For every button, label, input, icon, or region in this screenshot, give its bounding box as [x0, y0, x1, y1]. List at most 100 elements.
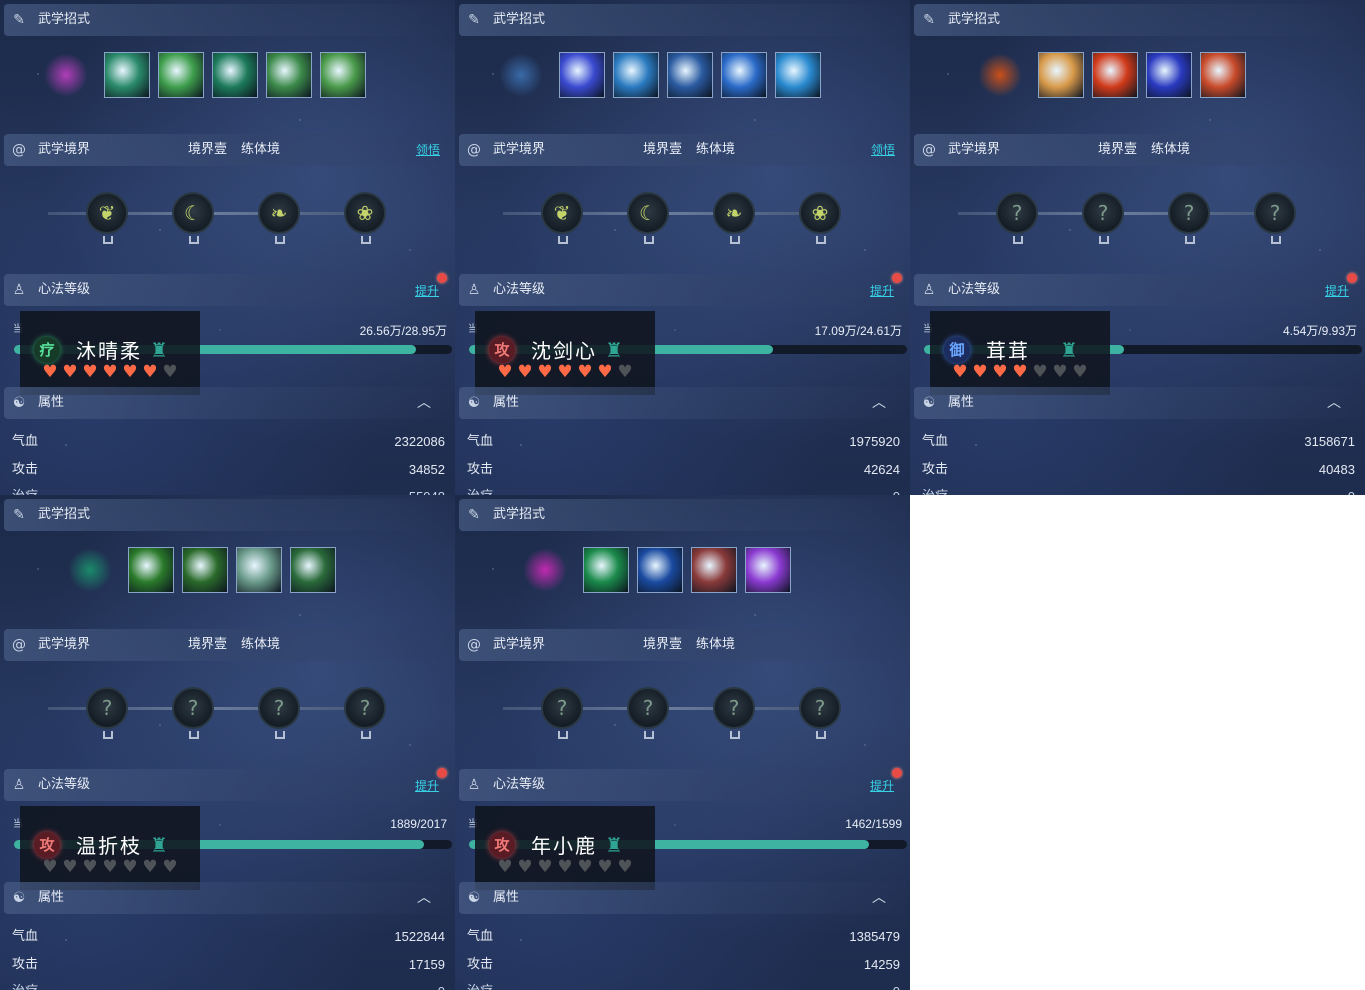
comprehend-link[interactable]: 领悟	[871, 134, 895, 166]
skill-icon-5[interactable]	[775, 52, 821, 98]
cloaked-figure-icon: ♜	[150, 833, 168, 857]
main-skill-icon[interactable]	[978, 53, 1022, 97]
realm-slot-icon	[1271, 236, 1281, 244]
spiral-icon: @	[922, 142, 936, 158]
skill-icon-1[interactable]	[559, 52, 605, 98]
question-mark-icon[interactable]: ?	[996, 192, 1038, 244]
realm-node-icon[interactable]: ❀	[344, 192, 386, 244]
character-name-card[interactable]: 攻 沈剑心 ♜ ♥ ♥ ♥ ♥ ♥ ♥ ♥	[475, 311, 655, 395]
skill-icon-1[interactable]	[128, 547, 174, 593]
skill-icon-5[interactable]	[320, 52, 366, 98]
main-skill-icon[interactable]	[523, 548, 567, 592]
heal-label: 治疗	[467, 487, 493, 495]
sword-scroll-icon: ✎	[13, 12, 25, 28]
chevron-up-icon[interactable]: ︿	[1327, 387, 1341, 419]
attack-value: 42624	[863, 462, 900, 477]
heal-row: 治疗 0	[12, 982, 445, 990]
attributes-header[interactable]: ☯ 属性 ︿	[914, 387, 1361, 419]
skill-icon-2[interactable]	[1092, 52, 1138, 98]
hp-value: 1975920	[849, 434, 900, 449]
heart-icon: ♥	[122, 362, 138, 382]
realm-node-icon[interactable]: ❦	[541, 192, 583, 244]
skill-icon-2[interactable]	[182, 547, 228, 593]
skill-icon-4[interactable]	[721, 52, 767, 98]
skill-icon-1[interactable]	[104, 52, 150, 98]
question-mark-icon[interactable]: ?	[344, 687, 386, 739]
realm-slot-icon	[558, 236, 568, 244]
realm-level: 境界壹	[188, 142, 228, 157]
attributes-header[interactable]: ☯ 属性 ︿	[4, 387, 451, 419]
question-mark-icon[interactable]: ?	[1254, 192, 1296, 244]
spiral-icon: @	[467, 142, 481, 158]
question-mark-icon[interactable]: ?	[172, 687, 214, 739]
realm-node-icon[interactable]: ❧	[258, 192, 300, 244]
main-skill-icon[interactable]	[68, 548, 112, 592]
heal-label: 治疗	[922, 487, 948, 495]
attack-label: 攻击	[922, 462, 949, 477]
realm-info: 境界壹 练体境	[188, 134, 294, 166]
realm-node-icon[interactable]: ❦	[86, 192, 128, 244]
attributes-header[interactable]: ☯ 属性 ︿	[4, 882, 451, 914]
realm-title: 武学境界	[493, 142, 546, 157]
meditating-figure-icon: ♙	[467, 282, 481, 298]
heart-icon: ♥	[577, 857, 593, 877]
chevron-up-icon[interactable]: ︿	[872, 882, 886, 914]
chevron-up-icon[interactable]: ︿	[417, 387, 431, 419]
skill-icon-2[interactable]	[637, 547, 683, 593]
comprehend-link[interactable]: 领悟	[416, 134, 440, 166]
realm-title: 武学境界	[493, 637, 546, 652]
star-hearts: ♥ ♥ ♥ ♥ ♥ ♥ ♥	[40, 858, 180, 876]
skill-icon-1[interactable]	[583, 547, 629, 593]
skill-icon-2[interactable]	[613, 52, 659, 98]
attributes-header[interactable]: ☯ 属性 ︿	[459, 882, 906, 914]
skill-icon-3[interactable]	[236, 547, 282, 593]
realm-node-icon[interactable]: ❧	[713, 192, 755, 244]
realm-node-icon[interactable]: ☾	[172, 192, 214, 244]
heal-value: 0	[1348, 487, 1355, 495]
attributes-header[interactable]: ☯ 属性 ︿	[459, 387, 906, 419]
skill-icon-3[interactable]	[691, 547, 737, 593]
skill-icon-2[interactable]	[158, 52, 204, 98]
sword-scroll-icon: ✎	[13, 507, 25, 523]
question-mark-icon[interactable]: ?	[86, 687, 128, 739]
mind-title: 心法等级	[493, 282, 546, 297]
character-name-card[interactable]: 御 茸茸 ♜ ♥ ♥ ♥ ♥ ♥ ♥ ♥	[930, 311, 1110, 395]
skill-icon-4[interactable]	[1200, 52, 1246, 98]
chevron-up-icon[interactable]: ︿	[872, 387, 886, 419]
realm-node-icon[interactable]: ☾	[627, 192, 669, 244]
question-mark-icon[interactable]: ?	[541, 687, 583, 739]
skill-icon-3[interactable]	[667, 52, 713, 98]
main-skill-icon[interactable]	[44, 53, 88, 97]
character-name-card[interactable]: 攻 温折枝 ♜ ♥ ♥ ♥ ♥ ♥ ♥ ♥	[20, 806, 200, 890]
skill-icon-3[interactable]	[212, 52, 258, 98]
realm-level: 境界壹	[1098, 142, 1138, 157]
question-mark-icon[interactable]: ?	[627, 687, 669, 739]
upgrade-link[interactable]: 提升	[415, 275, 439, 307]
realm-slot-icon	[558, 731, 568, 739]
upgrade-link[interactable]: 提升	[870, 275, 894, 307]
upgrade-link[interactable]: 提升	[415, 770, 439, 802]
question-mark-icon[interactable]: ?	[799, 687, 841, 739]
meditating-figure-icon: ♙	[12, 282, 26, 298]
character-name-card[interactable]: 攻 年小鹿 ♜ ♥ ♥ ♥ ♥ ♥ ♥ ♥	[475, 806, 655, 890]
character-name-card[interactable]: 疗 沐晴柔 ♜ ♥ ♥ ♥ ♥ ♥ ♥ ♥	[20, 311, 200, 395]
question-mark-icon[interactable]: ?	[258, 687, 300, 739]
realm-header: @ 武学境界 境界壹 练体境 领悟	[459, 134, 906, 166]
skill-icon-4[interactable]	[266, 52, 312, 98]
skill-icon-1[interactable]	[1038, 52, 1084, 98]
realm-node-icon[interactable]: ❀	[799, 192, 841, 244]
question-mark-icon[interactable]: ?	[1082, 192, 1124, 244]
question-mark-icon[interactable]: ?	[1168, 192, 1210, 244]
main-skill-icon[interactable]	[499, 53, 543, 97]
skill-icon-4[interactable]	[745, 547, 791, 593]
skills-title: 武学招式	[948, 12, 1001, 27]
skill-icon-4[interactable]	[290, 547, 336, 593]
chevron-up-icon[interactable]: ︿	[417, 882, 431, 914]
skill-icon-3[interactable]	[1146, 52, 1192, 98]
member-panel-1: ✎ 武学招式 @ 武学境界 境界壹 练体境 领悟 ❦ ☾ ❧ ❀ ♙ 心法等级 提升 当…	[0, 0, 455, 495]
upgrade-link[interactable]: 提升	[870, 770, 894, 802]
upgrade-link[interactable]: 提升	[1325, 275, 1349, 307]
heart-icon: ♥	[42, 857, 58, 877]
question-mark-icon[interactable]: ?	[713, 687, 755, 739]
heal-value: 0	[438, 982, 445, 990]
